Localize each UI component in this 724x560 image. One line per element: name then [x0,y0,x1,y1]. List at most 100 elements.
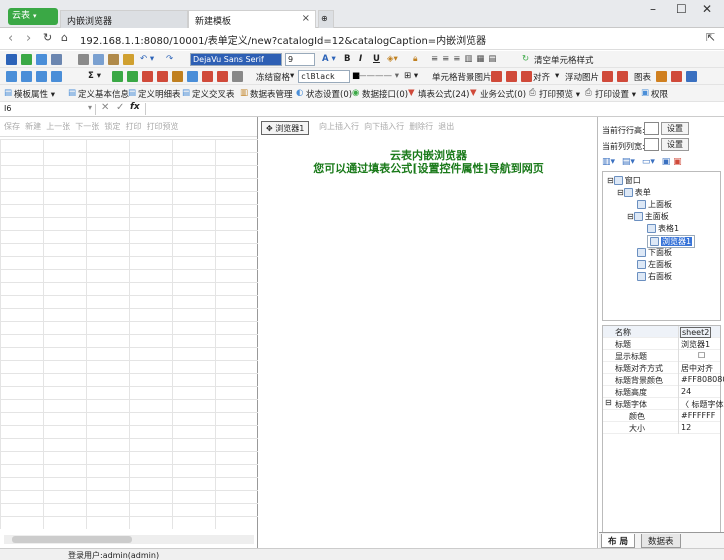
tree-node-top-panel[interactable]: 上面板 [637,199,672,210]
status-settings-button[interactable]: 状态设置(0) [306,88,352,100]
link-icon[interactable] [172,71,183,82]
close-window-icon[interactable]: ✕ [702,2,712,16]
font-size-select[interactable]: 9 [285,53,315,66]
print-preview-button[interactable]: 打印预览 ▾ [539,88,580,100]
copy-icon[interactable] [93,54,104,65]
float-image-button[interactable]: 浮动图片 [565,71,599,83]
horizontal-scrollbar[interactable] [4,535,254,544]
delete-row-action[interactable]: 删除行 [409,122,433,131]
cancel-icon[interactable]: ✕ [101,102,109,113]
forward-icon[interactable]: › [26,31,31,46]
chart-button[interactable]: 图表 [634,71,651,83]
tab-new-template[interactable]: 新建模板 × [188,10,316,28]
basic-info-button[interactable]: 定义基本信息 [78,88,129,100]
new-icon[interactable] [21,54,32,65]
next-action[interactable]: 下一张 [75,122,99,131]
save-icon[interactable] [6,54,17,65]
prop-row[interactable]: 标题高度 24 [603,386,720,398]
cut-icon[interactable] [78,54,89,65]
color-select[interactable]: clBlack [298,70,350,83]
bar-chart-icon[interactable] [656,71,667,82]
align-button[interactable]: 对齐 [533,71,550,83]
confirm-icon[interactable]: ✓ [116,102,124,113]
align-icons[interactable]: ≡≡≡▥▦▤ [431,54,500,64]
row-height-input[interactable] [644,122,659,135]
image-icon[interactable] [112,71,123,82]
new-tab-button[interactable]: ⊕ [318,10,334,28]
formula-input[interactable] [145,103,720,115]
chevron-down-icon[interactable]: ▾ [555,71,559,81]
line-style-select[interactable]: ———— ▾ [358,71,399,81]
cell-bg-image-button[interactable]: 单元格背景图片 [432,71,492,83]
font-color-icon[interactable]: A ▾ [322,54,336,64]
template-props-button[interactable]: 模板属性 ▾ [14,88,55,100]
share-icon[interactable]: ⇱ [706,31,715,44]
tree-node-table1[interactable]: 表格1 [647,223,679,234]
redo-icon[interactable]: ↷ [166,54,173,64]
exit-icon[interactable] [51,54,62,65]
border-icon[interactable]: ⊞ ▾ [404,71,418,81]
data-table-button[interactable]: 数据表管理 [250,88,293,100]
chevron-down-icon[interactable]: ▾ [290,71,294,81]
float-image-icon[interactable] [602,71,613,82]
prop-row[interactable]: 标题背景颜色 #FF808080 [603,374,724,386]
show-title-checkbox[interactable]: ☐ [698,351,705,360]
prop-row[interactable]: ⊟ 标题字体〈 标题字体 [603,398,724,410]
delete-row-icon[interactable] [142,71,153,82]
browser-control-tag[interactable]: ✥ 浏览器1 [261,121,310,135]
tree-node-bottom-panel[interactable]: 下面板 [637,247,672,258]
column-chart-icon[interactable] [671,71,682,82]
permission-button[interactable]: 权限 [651,88,668,100]
bold-icon[interactable]: B [344,54,350,64]
url-field[interactable]: 192.168.1.1:8080/10001/表单定义/new?catalogI… [80,32,486,47]
undo-icon[interactable]: ↶ ▾ [140,54,154,64]
tree-node-right-panel[interactable]: 右面板 [637,271,672,282]
delete-layout-icon[interactable]: ▣ [673,157,682,167]
exit-action[interactable]: 退出 [438,122,454,131]
col-width-input[interactable] [644,138,659,151]
print-preview-action[interactable]: 打印预览 [147,122,179,131]
maximize-icon[interactable]: ☐ [676,2,687,16]
set-col-width-button[interactable]: 设置 [661,138,689,151]
freeze-panes-button[interactable]: 冻结窗格 [256,71,290,83]
float-remove-icon[interactable] [617,71,628,82]
tab-layout[interactable]: 布 局 [601,534,635,548]
misc-icon[interactable] [232,71,243,82]
merge-icon[interactable] [51,71,62,82]
cross-table-button[interactable]: 定义交叉表 [192,88,235,100]
app-brand-button[interactable]: 云表 ▾ [8,8,58,25]
insert-row-icon[interactable] [21,71,32,82]
tree-node-left-panel[interactable]: 左面板 [637,259,672,270]
prop-row[interactable]: 大小 12 [603,422,720,434]
lock-icon[interactable]: 🔒︎ [413,54,418,64]
fill-color-icon[interactable]: ◈▾ [387,54,398,64]
business-formula-button[interactable]: 业务公式(0) [480,88,526,100]
bg-image-icon[interactable] [491,71,502,82]
prev-action[interactable]: 上一张 [46,122,70,131]
table-icon[interactable] [187,71,198,82]
chevron-down-icon[interactable]: ▾ [88,103,92,112]
lock-action[interactable]: 锁定 [104,122,120,131]
print-settings-button[interactable]: 打印设置 ▾ [595,88,636,100]
home-icon[interactable]: ⌂ [61,31,68,44]
open-icon[interactable] [36,54,47,65]
prop-row[interactable]: 标题对齐方式 居中对齐 [603,362,720,374]
tree-node-main-panel[interactable]: ⊟ 主面板 [627,211,669,222]
collapse-icon[interactable]: ⊟ [605,398,612,407]
underline-icon[interactable]: U [373,54,380,64]
close-icon[interactable]: × [302,13,310,24]
italic-icon[interactable]: I [359,54,362,64]
split-icon[interactable]: ▭▾ [642,157,655,167]
prop-row[interactable]: 标题 浏览器1 [603,338,720,350]
tree-node-window[interactable]: ⊟ 窗口 [607,175,641,186]
clear-format-button[interactable]: 清空单元格样式 [534,54,594,66]
tree-node-form[interactable]: ⊟ 表单 [617,187,651,198]
data-interface-button[interactable]: 数据接口(0) [362,88,408,100]
back-icon[interactable]: ‹ [8,31,13,46]
sheet-grid[interactable] [0,139,258,529]
layout-icon[interactable]: ▥▾ [602,157,615,167]
minimize-icon[interactable]: – [650,2,656,16]
scrollbar-thumb[interactable] [12,536,132,543]
reload-icon[interactable]: ↻ [43,31,52,44]
save-action[interactable]: 保存 [4,122,20,131]
